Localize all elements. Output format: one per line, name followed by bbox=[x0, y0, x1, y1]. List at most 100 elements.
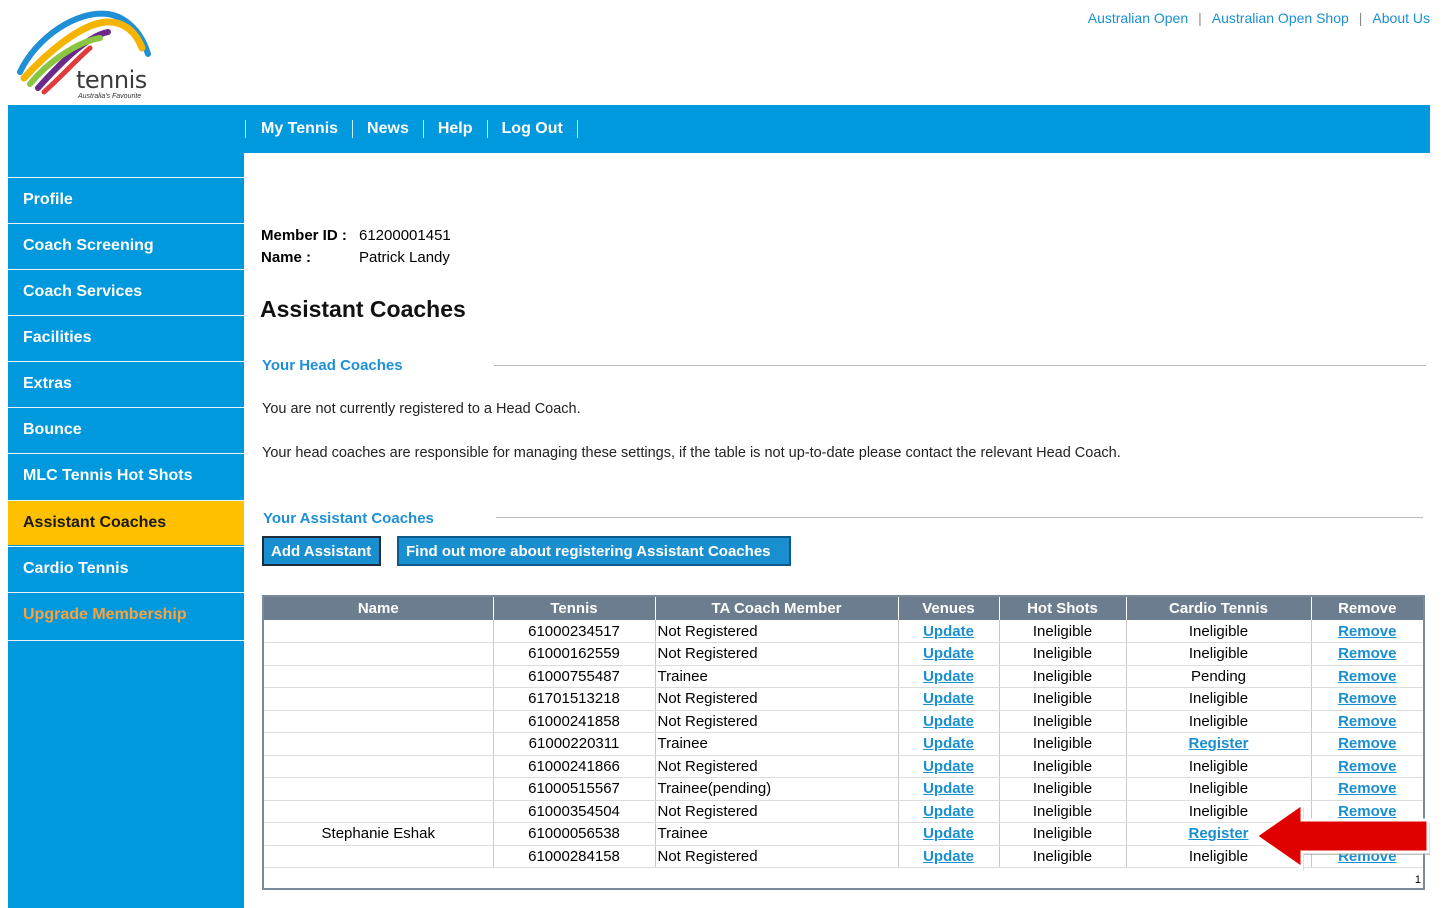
remove-link[interactable]: Remove bbox=[1338, 713, 1396, 730]
update-venues-link[interactable]: Update bbox=[923, 735, 974, 752]
cell-ta-coach-member-text: Trainee bbox=[657, 667, 708, 685]
update-venues-link[interactable]: Update bbox=[923, 803, 974, 820]
cell-tennis-id-text: 61000162559 bbox=[528, 645, 620, 663]
remove-link[interactable]: Remove bbox=[1338, 645, 1396, 662]
update-venues-link[interactable]: Update bbox=[923, 825, 974, 842]
link-about-us[interactable]: About Us bbox=[1372, 10, 1430, 26]
table-header-row: Name Tennis TA Coach Member Venues Hot S… bbox=[264, 597, 1423, 620]
top-links: Australian Open | Australian Open Shop | Abo… bbox=[1088, 10, 1430, 26]
nav-log-out[interactable]: Log Out bbox=[502, 120, 563, 137]
cell-hot-shots-text: Ineligible bbox=[1032, 757, 1093, 775]
cell-hot-shots-text: Ineligible bbox=[1032, 690, 1093, 708]
nav-news[interactable]: News bbox=[367, 120, 409, 137]
update-venues-link[interactable]: Update bbox=[923, 758, 974, 775]
head-coaches-heading: Your Head Coaches bbox=[262, 357, 403, 374]
tennis-logo[interactable]: tennis Australia's Favourite bbox=[16, 8, 156, 103]
cell-ta-coach-member: Trainee bbox=[655, 665, 899, 688]
cell-tennis-id-text: 61000234517 bbox=[528, 622, 620, 640]
cell-remove: Remove bbox=[1311, 687, 1423, 711]
cell-remove: Remove bbox=[1311, 710, 1423, 733]
register-cardio-link[interactable]: Register bbox=[1188, 825, 1248, 842]
column-header-cardio-tennis: Cardio Tennis bbox=[1126, 597, 1312, 620]
find-out-more-button[interactable]: Find out more about registering Assistan… bbox=[397, 536, 791, 566]
remove-link[interactable]: Remove bbox=[1338, 690, 1396, 707]
sidebar-item-extras[interactable]: Extras bbox=[8, 361, 244, 406]
remove-link[interactable]: Remove bbox=[1338, 668, 1396, 685]
add-assistant-button[interactable]: Add Assistant bbox=[261, 535, 382, 567]
cell-tennis-id: 61701513218 bbox=[493, 687, 656, 711]
cell-hot-shots: Ineligible bbox=[999, 665, 1127, 688]
page-number[interactable]: 1 bbox=[1415, 874, 1421, 886]
table-row: Stephanie Eshak 61000056538 Trainee Update I… bbox=[264, 822, 1423, 846]
nav-my-tennis[interactable]: My Tennis bbox=[261, 120, 338, 137]
cell-tennis-id-text: 61000515567 bbox=[528, 780, 620, 798]
cell-name bbox=[264, 777, 494, 801]
update-venues-link[interactable]: Update bbox=[923, 780, 974, 797]
table-body: 61000234517 Not Registered Update Ineligibl… bbox=[264, 620, 1423, 868]
cell-cardio-tennis-text: Ineligible bbox=[1188, 712, 1249, 730]
cell-tennis-id: 61000354504 bbox=[493, 800, 656, 823]
remove-link[interactable]: Remove bbox=[1338, 758, 1396, 775]
logo-wordmark: tennis bbox=[76, 66, 147, 94]
remove-link[interactable]: Remove bbox=[1338, 780, 1396, 797]
cell-hot-shots-text: Ineligible bbox=[1032, 622, 1093, 640]
remove-link[interactable]: Remove bbox=[1338, 623, 1396, 640]
sidebar-item-coach-services[interactable]: Coach Services bbox=[8, 269, 244, 314]
cell-venues: Update bbox=[898, 710, 1000, 733]
update-venues-link[interactable]: Update bbox=[923, 645, 974, 662]
cell-hot-shots: Ineligible bbox=[999, 800, 1127, 823]
cell-remove: Remove bbox=[1311, 665, 1423, 688]
cell-ta-coach-member: Not Registered bbox=[655, 755, 899, 778]
section-divider bbox=[494, 365, 1426, 366]
cell-hot-shots: Ineligible bbox=[999, 642, 1127, 666]
cell-tennis-id-text: 61701513218 bbox=[528, 690, 620, 708]
cell-name bbox=[264, 665, 494, 688]
update-venues-link[interactable]: Update bbox=[923, 668, 974, 685]
link-australian-open-shop[interactable]: Australian Open Shop bbox=[1212, 10, 1349, 26]
sidebar-item-cardio-tennis[interactable]: Cardio Tennis bbox=[8, 546, 244, 591]
cell-tennis-id-text: 61000220311 bbox=[528, 735, 620, 753]
cell-hot-shots-text: Ineligible bbox=[1032, 712, 1093, 730]
update-venues-link[interactable]: Update bbox=[923, 690, 974, 707]
cell-ta-coach-member: Not Registered bbox=[655, 710, 899, 733]
cell-cardio-tennis-text: Ineligible bbox=[1188, 757, 1249, 775]
separator: | bbox=[1358, 10, 1363, 26]
cell-cardio-tennis-text: Pending bbox=[1190, 667, 1247, 685]
table-row: 61000354504 Not Registered Update Ineligibl… bbox=[264, 800, 1423, 823]
sidebar-item-assistant-coaches[interactable]: Assistant Coaches bbox=[8, 500, 244, 545]
assistant-coaches-table: Name Tennis TA Coach Member Venues Hot S… bbox=[262, 595, 1425, 890]
cell-ta-coach-member: Not Registered bbox=[655, 642, 899, 666]
cell-hot-shots-text: Ineligible bbox=[1032, 802, 1093, 820]
sidebar-item-bounce[interactable]: Bounce bbox=[8, 407, 244, 452]
cell-hot-shots-text: Ineligible bbox=[1032, 780, 1093, 798]
remove-link[interactable]: Remove bbox=[1338, 735, 1396, 752]
cell-hot-shots: Ineligible bbox=[999, 687, 1127, 711]
head-coach-note: Your head coaches are responsible for ma… bbox=[262, 445, 1121, 461]
update-venues-link[interactable]: Update bbox=[923, 848, 974, 865]
cell-venues: Update bbox=[898, 620, 1000, 643]
page-title: Assistant Coaches bbox=[260, 296, 466, 322]
cell-venues: Update bbox=[898, 732, 1000, 756]
sidebar-divider bbox=[8, 640, 244, 641]
member-info: Member ID : 61200001451 Name : Patrick Lan… bbox=[261, 225, 451, 269]
cell-cardio-tennis: Ineligible bbox=[1126, 755, 1312, 778]
cell-tennis-id: 61000241866 bbox=[493, 755, 656, 778]
register-cardio-link[interactable]: Register bbox=[1188, 735, 1248, 752]
cell-name bbox=[264, 687, 494, 711]
link-australian-open[interactable]: Australian Open bbox=[1088, 10, 1188, 26]
cell-ta-coach-member: Not Registered bbox=[655, 687, 899, 711]
nav-help[interactable]: Help bbox=[438, 120, 473, 137]
sidebar-item-upgrade-membership[interactable]: Upgrade Membership bbox=[8, 592, 244, 637]
sidebar-item-coach-screening[interactable]: Coach Screening bbox=[8, 223, 244, 268]
cell-name bbox=[264, 845, 494, 868]
cell-ta-coach-member: Not Registered bbox=[655, 845, 899, 868]
column-header-hot-shots: Hot Shots bbox=[999, 597, 1127, 620]
cell-cardio-tennis-text: Ineligible bbox=[1188, 690, 1249, 708]
update-venues-link[interactable]: Update bbox=[923, 713, 974, 730]
sidebar-item-facilities[interactable]: Facilities bbox=[8, 315, 244, 360]
update-venues-link[interactable]: Update bbox=[923, 623, 974, 640]
red-arrow-annotation-icon bbox=[1253, 801, 1430, 871]
cell-tennis-id: 61000234517 bbox=[493, 620, 656, 643]
sidebar-item-profile[interactable]: Profile bbox=[8, 177, 244, 222]
sidebar-item-mlc-hot-shots[interactable]: MLC Tennis Hot Shots bbox=[8, 453, 244, 498]
